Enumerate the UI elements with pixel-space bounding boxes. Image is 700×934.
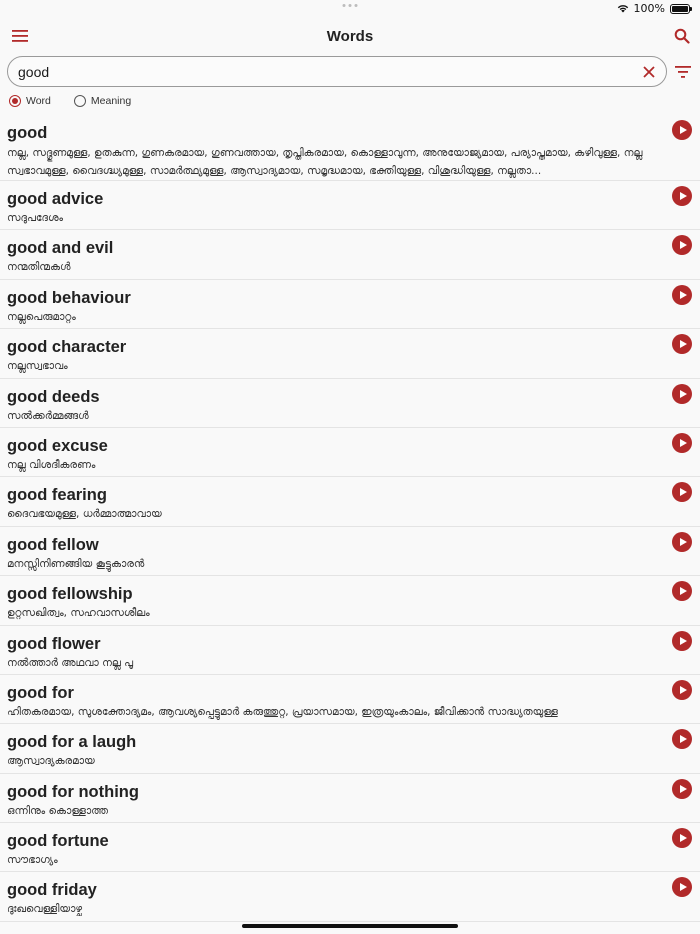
play-icon[interactable]: [672, 828, 692, 849]
meaning-text: നല്ലസ്വഭാവം: [7, 360, 68, 373]
page-title: Words: [326, 28, 374, 45]
meaning-text: നന്മതിന്മകൾ: [7, 261, 71, 274]
search-box: [7, 56, 667, 87]
search-icon[interactable]: [672, 26, 692, 46]
list-item[interactable]: good fearing ദൈവഭയമുള്ള, ധർമ്മാത്മാവായ: [0, 477, 700, 527]
radio-word-label: Word: [26, 95, 51, 107]
meaning-text: നൽത്താർ അഥവാ നല്ല പൂ: [7, 656, 134, 669]
play-icon[interactable]: [672, 729, 692, 750]
list-item[interactable]: good behaviour നല്ലപെരുമാറ്റം: [0, 280, 700, 330]
list-item[interactable]: good fellow മനസ്സിനിണങ്ങിയ കൂട്ടുകാരൻ: [0, 527, 700, 577]
multitasking-dots: [342, 4, 358, 7]
meaning-text: നല്ല വിശദീകരണം: [7, 458, 96, 471]
word-text: good for nothing: [7, 782, 139, 801]
list-item[interactable]: good advice സദുപദേശം: [0, 181, 700, 231]
play-icon[interactable]: [672, 877, 692, 898]
results-list: good നല്ല, സദ്ഗുണമുള്ള, ഉതകുന്ന, ഗുണകരമായ…: [0, 115, 700, 922]
play-icon[interactable]: [672, 186, 692, 206]
play-icon[interactable]: [672, 334, 692, 355]
clear-x-icon[interactable]: [640, 63, 658, 81]
word-text: good: [7, 124, 48, 142]
filter-icon[interactable]: [673, 63, 693, 81]
word-text: good friday: [7, 881, 97, 900]
word-text: good fellowship: [7, 585, 133, 604]
play-icon[interactable]: [672, 679, 692, 700]
word-text: good fellow: [7, 535, 99, 554]
meaning-text: സൽക്കർമ്മങ്ങൾ: [7, 409, 89, 422]
word-text: good deeds: [7, 387, 100, 406]
word-text: good character: [7, 338, 127, 357]
battery-icon: [670, 3, 692, 14]
list-item[interactable]: good നല്ല, സദ്ഗുണമുള്ള, ഉതകുന്ന, ഗുണകരമായ…: [0, 115, 700, 181]
word-text: good fearing: [7, 486, 107, 505]
list-item[interactable]: good for nothing ഒന്നിനും കൊള്ളാത്ത: [0, 774, 700, 824]
search-input[interactable]: [18, 57, 618, 86]
meaning-text: ഹിതകരമായ, സുശക്തോദ്യമം, ആവശ്യപ്പെട്ടുമാർ…: [7, 705, 558, 718]
search-row: [7, 56, 700, 87]
play-icon[interactable]: [672, 531, 692, 552]
home-indicator: [242, 924, 458, 928]
radio-meaning-circle: [73, 95, 86, 107]
list-item[interactable]: good friday ദുഃഖവെള്ളിയാഴ്ച: [0, 872, 700, 922]
list-item[interactable]: good flower നൽത്താർ അഥവാ നല്ല പൂ: [0, 626, 700, 675]
word-text: good excuse: [7, 436, 108, 455]
play-icon[interactable]: [672, 432, 692, 453]
status-bar: 100%: [0, 0, 700, 18]
word-text: good fortune: [7, 832, 109, 851]
play-icon[interactable]: [672, 235, 692, 256]
word-text: good behaviour: [7, 288, 131, 307]
word-text: good for a laugh: [7, 733, 137, 752]
list-item[interactable]: good and evil നന്മതിന്മകൾ: [0, 230, 700, 280]
word-text: good flower: [7, 634, 101, 653]
list-item[interactable]: good for ഹിതകരമായ, സുശക്തോദ്യമം, ആവശ്യപ്പ…: [0, 675, 700, 725]
play-icon[interactable]: [672, 778, 692, 799]
meaning-text: സദുപദേശം: [7, 212, 64, 224]
wifi-icon: [617, 5, 628, 13]
battery-fill: [672, 5, 688, 12]
navigation-bar: Words: [0, 18, 700, 54]
meaning-text: ഉറ്റസഖിത്വം, സഹവാസശീലം: [7, 607, 150, 620]
meaning-text: സൗഭാഗ്യം: [7, 854, 58, 867]
play-icon[interactable]: [672, 482, 692, 503]
list-item[interactable]: good character നല്ലസ്വഭാവം: [0, 329, 700, 379]
meaning-text: നല്ലപെരുമാറ്റം: [7, 310, 76, 323]
battery-percentage: 100%: [633, 2, 665, 15]
radio-meaning[interactable]: Meaning: [73, 95, 132, 107]
meaning-text: ദുഃഖവെള്ളിയാഴ്ച: [7, 903, 83, 916]
meaning-text: ആസ്വാദ്യകരമായ: [7, 755, 95, 768]
word-text: good and evil: [7, 239, 114, 258]
list-item[interactable]: good excuse നല്ല വിശദീകരണം: [0, 428, 700, 478]
list-item[interactable]: good fortune സൗഭാഗ്യം: [0, 823, 700, 873]
radio-word[interactable]: Word: [9, 95, 51, 107]
radio-word-circle: [9, 95, 21, 107]
play-icon[interactable]: [672, 120, 692, 140]
status-bar-right: 100%: [617, 2, 692, 15]
meaning-text: ദൈവഭയമുള്ള, ധർമ്മാത്മാവായ: [7, 508, 162, 521]
play-icon[interactable]: [672, 581, 692, 602]
list-item[interactable]: good deeds സൽക്കർമ്മങ്ങൾ: [0, 379, 700, 428]
search-mode-radio-group: Word Meaning: [9, 95, 131, 107]
meaning-text: നല്ല, സദ്ഗുണമുള്ള, ഉതകുന്ന, ഗുണകരമായ, ഗു…: [7, 147, 643, 177]
radio-meaning-label: Meaning: [90, 95, 132, 107]
list-item[interactable]: good for a laugh ആസ്വാദ്യകരമായ: [0, 724, 700, 774]
play-icon[interactable]: [672, 383, 692, 404]
play-icon[interactable]: [672, 284, 692, 305]
play-icon[interactable]: [672, 630, 692, 651]
list-item[interactable]: good fellowship ഉറ്റസഖിത്വം, സഹവാസശീലം: [0, 576, 700, 626]
word-text: good for: [7, 683, 74, 702]
meaning-text: ഒന്നിനും കൊള്ളാത്ത: [7, 804, 109, 817]
word-text: good advice: [7, 190, 104, 208]
meaning-text: മനസ്സിനിണങ്ങിയ കൂട്ടുകാരൻ: [7, 557, 145, 570]
